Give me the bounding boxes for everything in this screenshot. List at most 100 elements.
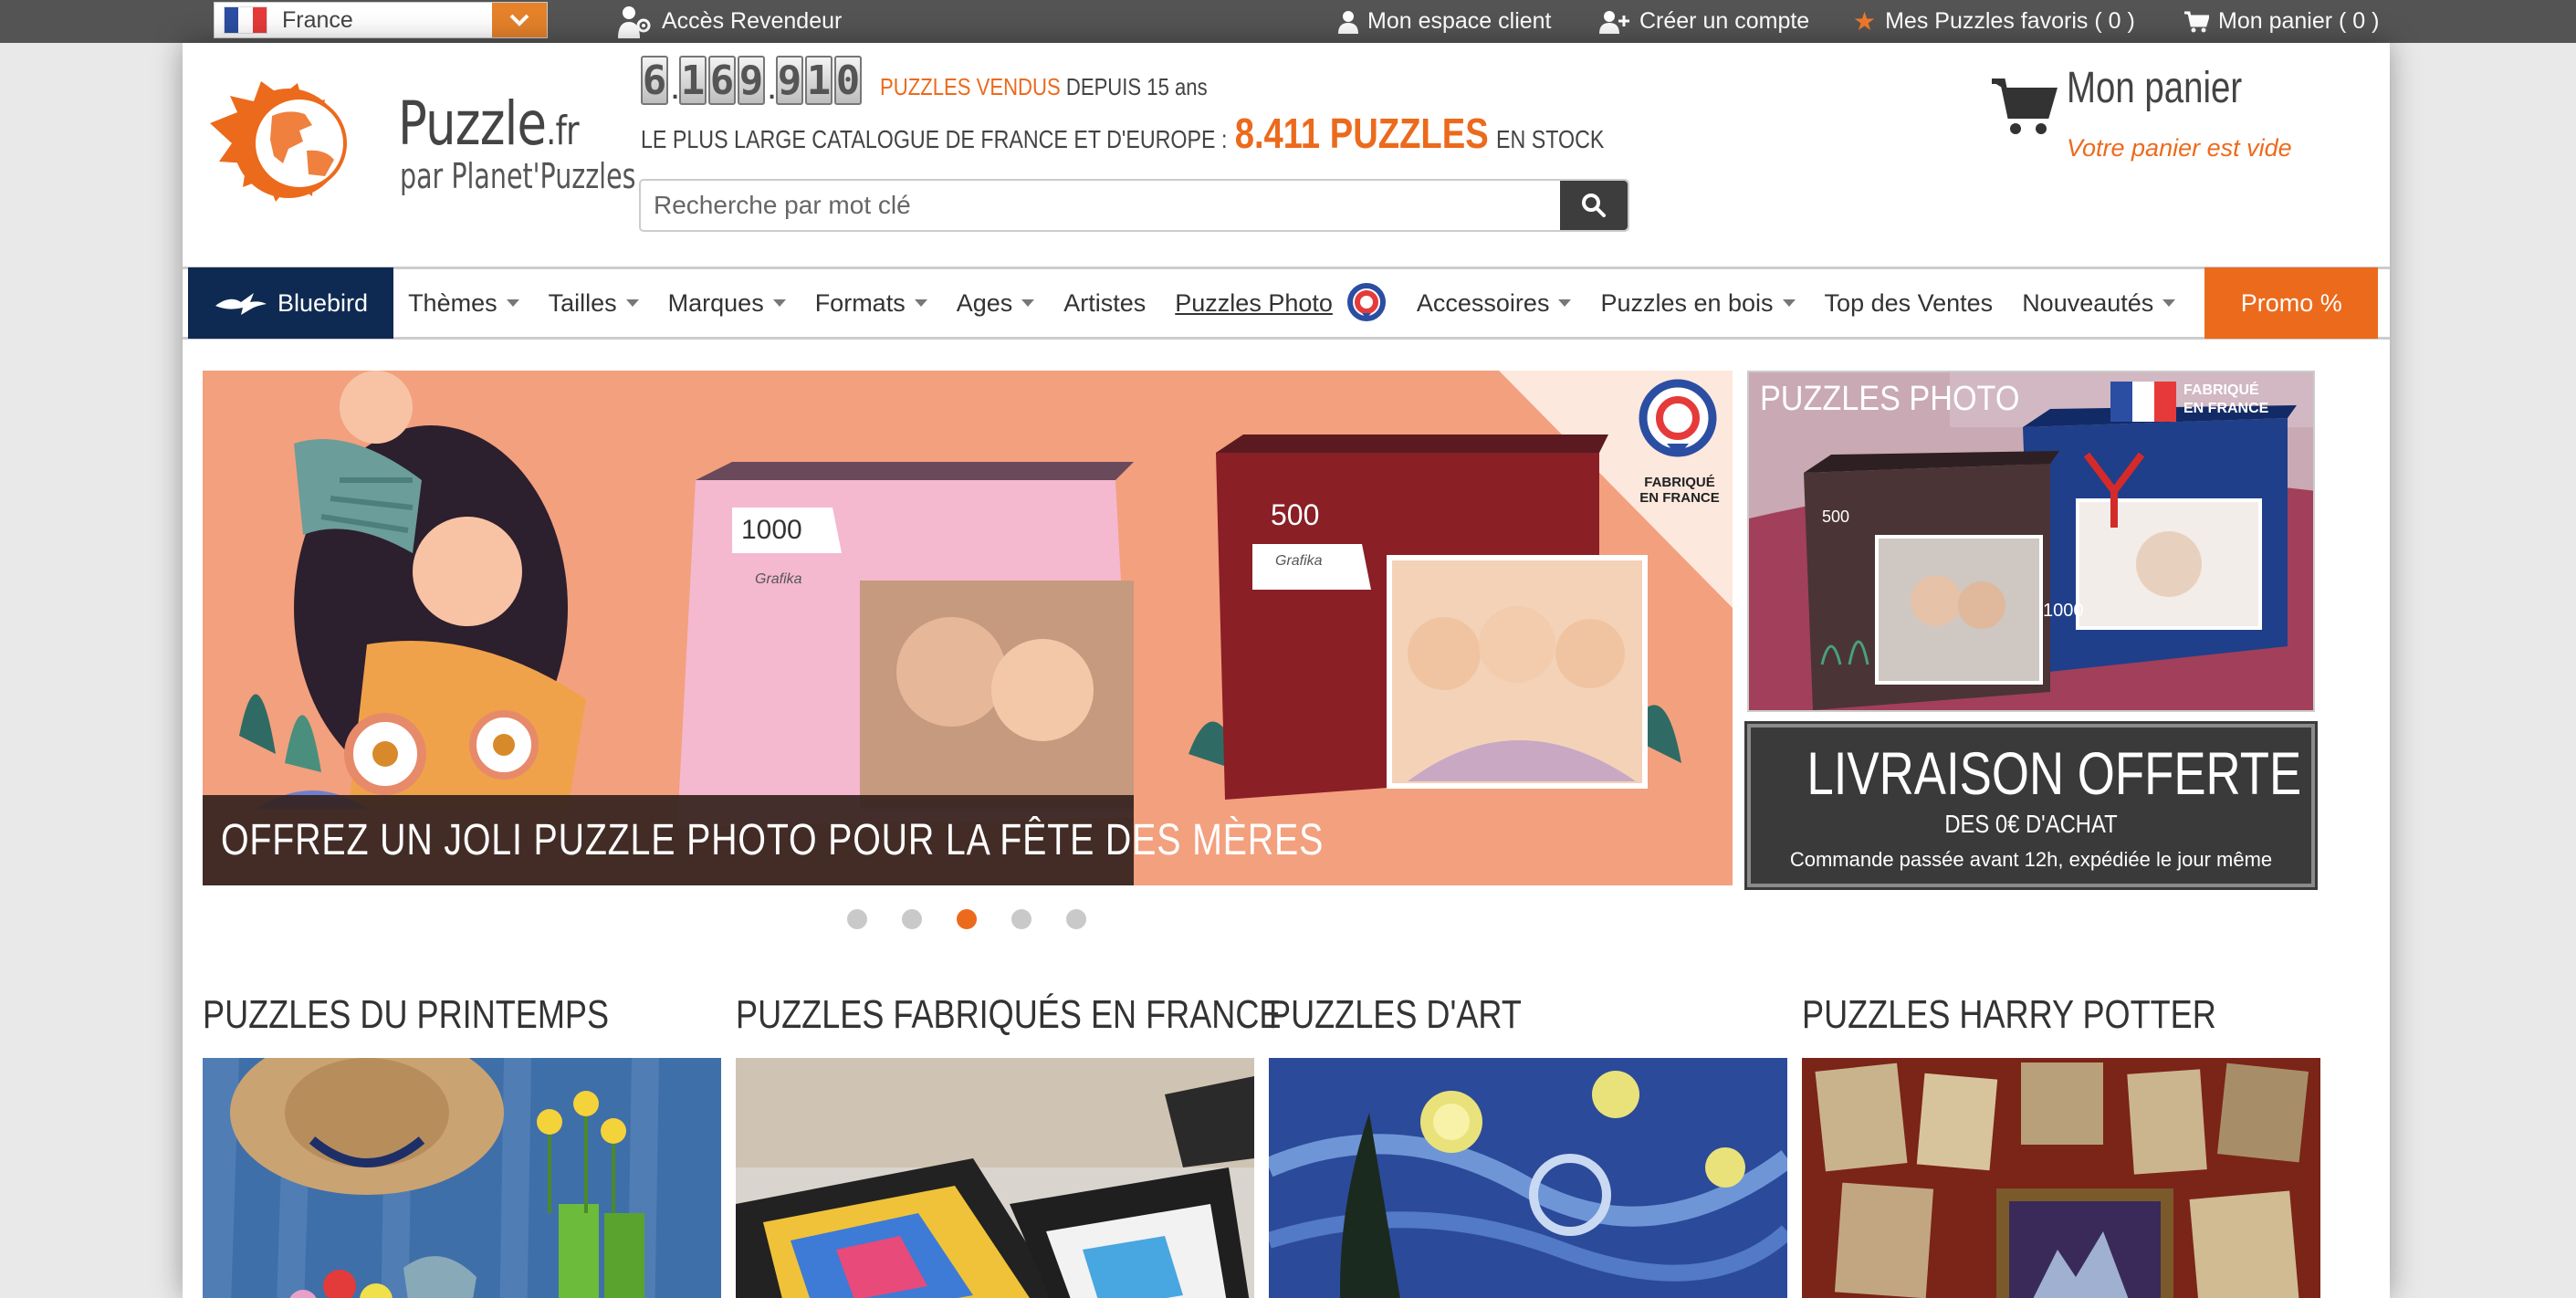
category-title: PUZZLES HARRY POTTER (1802, 992, 2216, 1037)
cart-small-icon (2183, 11, 2209, 33)
caret-down-icon (2162, 299, 2176, 307)
cart-label: Mon panier ( 0 ) (2218, 8, 2380, 34)
counter-digit: 9 (738, 56, 765, 105)
photo-puzzles-illustration (1749, 372, 2313, 710)
slider-dot[interactable] (902, 909, 922, 929)
delivery-note: Commande passée avant 12h, expédiée le j… (1789, 848, 2273, 871)
slider-dot[interactable] (1011, 909, 1031, 929)
nav-formats[interactable]: Formats (801, 269, 942, 337)
nav-brands[interactable]: Marques (654, 269, 801, 337)
reseller-label: Accès Revendeur (662, 8, 843, 34)
account-label: Mon espace client (1367, 8, 1552, 34)
account-link[interactable]: Mon espace client (1338, 0, 1552, 43)
reseller-icon (616, 4, 653, 40)
caret-down-icon (1021, 299, 1035, 307)
nav-photo-puzzles[interactable]: Puzzles Photo (1160, 269, 1402, 337)
counter-digit: 9 (776, 56, 803, 105)
counter-digit: 1 (805, 56, 832, 105)
nav-bluebird[interactable]: Bluebird (188, 267, 394, 339)
search-button[interactable] (1560, 181, 1628, 230)
favorites-label: Mes Puzzles favoris ( 0 ) (1885, 8, 2135, 34)
country-select[interactable]: France (214, 2, 548, 38)
slider-dot-active[interactable] (957, 909, 977, 929)
category-tile-spring[interactable]: PUZZLES DU PRINTEMPS (203, 992, 721, 1298)
caret-down-icon (772, 299, 786, 307)
banner-caption: OFFREZ UN JOLI PUZZLE PHOTO POUR LA FÊTE… (203, 795, 1323, 885)
photo-puzzles-promo[interactable]: PUZZLES PHOTO FABRIQUÉ EN FRANCE 500 1000 (1747, 371, 2315, 712)
bird-icon (215, 293, 267, 315)
category-tile-art[interactable]: PUZZLES D'ART (1269, 992, 1787, 1298)
slider-dot[interactable] (1066, 909, 1086, 929)
user-plus-icon (1599, 10, 1630, 34)
counter-digit: 0 (834, 56, 862, 105)
create-account-link[interactable]: Créer un compte (1599, 0, 1809, 43)
counter-digits: 6 . 1 6 9 . 9 1 0 (641, 56, 864, 105)
nav-accessories[interactable]: Accessoires (1402, 269, 1586, 337)
site-logo[interactable]: Puzzle.fr par Planet'Puzzles (197, 68, 635, 215)
delivery-title: LIVRAISON OFFERTE (1806, 739, 2302, 807)
caret-down-icon (1558, 299, 1572, 307)
search-bar (639, 179, 1629, 232)
made-in-france-pin-icon (1346, 283, 1386, 321)
country-name: France (282, 6, 353, 33)
nav-promo[interactable]: Promo % (2204, 267, 2379, 339)
photo-puzzles-title: PUZZLES PHOTO (1760, 380, 2020, 418)
box2-count: 500 (1271, 498, 1320, 531)
category-title: PUZZLES FABRIQUÉS EN FRANCE (736, 992, 1282, 1037)
puzzle-globe-logo-icon (210, 81, 347, 202)
counter-label: PUZZLES VENDUS DEPUIS 15 ans (880, 73, 1208, 100)
stock-label: EN STOCK (1495, 125, 1605, 153)
reseller-link[interactable]: Accès Revendeur (616, 0, 842, 43)
create-account-label: Créer un compte (1639, 8, 1810, 34)
category-title: PUZZLES DU PRINTEMPS (203, 992, 610, 1037)
cart-status: Votre panier est vide (2067, 134, 2292, 162)
category-title: PUZZLES D'ART (1269, 992, 1522, 1037)
counter-digit: 6 (708, 56, 736, 105)
main-banner-slide[interactable]: 1000 Grafika 500 Grafika FABRIQUÉ EN FRAN… (203, 371, 1733, 885)
category-tile-made-in-france[interactable]: PUZZLES FABRIQUÉS EN FRANCE (736, 992, 1282, 1298)
caret-down-icon (506, 299, 519, 307)
counter-separator: . (767, 67, 778, 107)
logo-wordmark: Puzzle.fr (398, 89, 580, 159)
box1-brand: Grafika (755, 571, 802, 587)
logo-subtitle: par Planet'Puzzles (400, 156, 636, 196)
catalog-tagline: LE PLUS LARGE CATALOGUE DE FRANCE ET D'E… (641, 109, 1604, 158)
category-tile-harry-potter[interactable]: PUZZLES HARRY POTTER (1802, 992, 2320, 1298)
side-box2-count: 1000 (2043, 601, 2084, 621)
box2-brand: Grafika (1275, 553, 1323, 569)
star-icon: ★ (1853, 7, 1877, 36)
counter-separator: . (670, 67, 681, 107)
search-input[interactable] (641, 181, 1560, 230)
category-image (203, 1058, 721, 1298)
nav-ages[interactable]: Ages (942, 269, 1050, 337)
category-image (1802, 1058, 2320, 1298)
free-delivery-banner[interactable]: LIVRAISON OFFERTE DES 0€ D'ACHAT Command… (1744, 721, 2318, 890)
slider-dot[interactable] (847, 909, 867, 929)
category-image (1269, 1058, 1787, 1298)
side-badge-text: FABRIQUÉ EN FRANCE (2183, 382, 2269, 416)
nav-themes[interactable]: Thèmes (393, 269, 534, 337)
nav-sizes[interactable]: Tailles (534, 269, 654, 337)
nav-wooden-puzzles[interactable]: Puzzles en bois (1586, 269, 1809, 337)
favorites-link[interactable]: ★ Mes Puzzles favoris ( 0 ) (1853, 0, 2135, 43)
cart-link[interactable]: Mon panier ( 0 ) (2183, 0, 2379, 43)
sold-counter: 6 . 1 6 9 . 9 1 0 PUZZLES VENDUS DEPUIS … (641, 56, 1265, 105)
cart-title: Mon panier (2067, 64, 2243, 112)
catalog-label: LE PLUS LARGE CATALOGUE DE FRANCE ET D'E… (641, 125, 1228, 153)
cart-icon (1992, 79, 2058, 134)
top-utility-bar: France Accès Revendeur Mon espace client… (0, 0, 2576, 43)
header-cart[interactable]: Mon panier Votre panier est vide (1990, 63, 2292, 162)
category-image (736, 1058, 1254, 1298)
france-flag-icon (224, 6, 267, 34)
box1-count: 1000 (741, 515, 802, 545)
counter-digit: 1 (679, 56, 707, 105)
caret-down-icon (625, 299, 639, 307)
nav-artists[interactable]: Artistes (1049, 269, 1160, 337)
nav-new[interactable]: Nouveautés (2007, 269, 2190, 337)
nav-top-sales[interactable]: Top des Ventes (1810, 269, 2008, 337)
caret-down-icon (914, 299, 927, 307)
counter-digit: 6 (641, 56, 668, 105)
user-icon (1338, 10, 1358, 34)
chevron-down-icon[interactable] (492, 3, 547, 37)
main-nav: Bluebird Thèmes Tailles Marques Formats … (183, 267, 2390, 340)
